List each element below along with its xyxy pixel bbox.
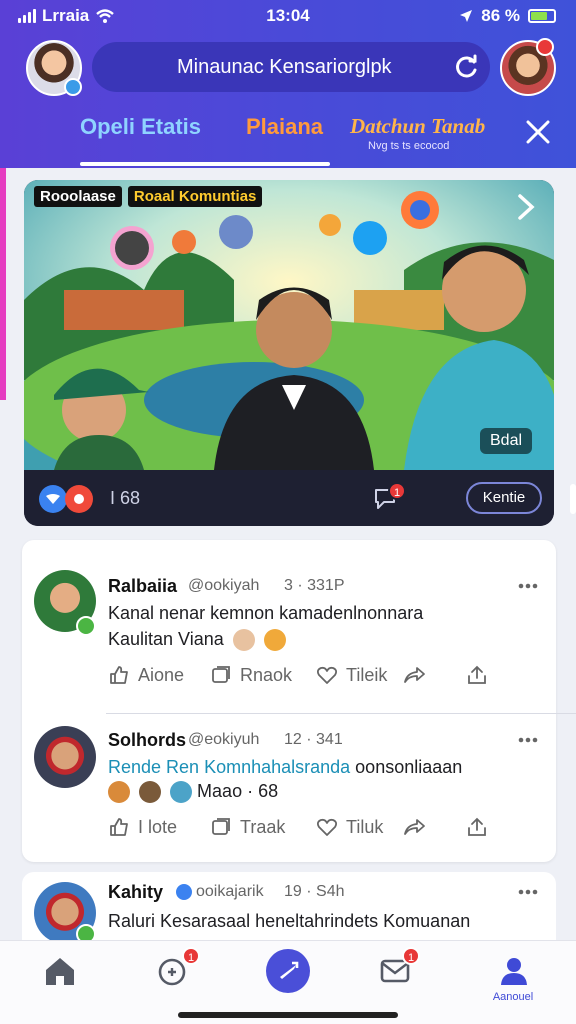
emoji-icon xyxy=(263,629,286,652)
home-indicator[interactable] xyxy=(178,1012,398,1018)
action-label: Rnaok xyxy=(240,664,293,685)
profile-tab-label: Aanouel xyxy=(492,991,534,1003)
tab-datchun-tanab[interactable]: Datchun Tanab xyxy=(350,114,485,139)
action-label: Aione xyxy=(138,664,185,685)
tab-sublabel: Nvg ts ts ecocod xyxy=(368,140,450,152)
heart-button[interactable]: Tiluk xyxy=(316,816,383,838)
profile-icon[interactable] xyxy=(494,951,534,991)
post-list-card: Ralbaiia @ookiyah 3 · 331P Kanal nenar k… xyxy=(22,540,576,862)
comment-badge: 1 xyxy=(388,482,406,500)
post-handle: @eokiyuh xyxy=(188,731,260,748)
notification-dot xyxy=(536,38,554,56)
post-text: Kaulitan Viana xyxy=(108,629,224,649)
post-text-line2: Maao · 68 xyxy=(108,778,278,804)
thumbs-up-icon xyxy=(110,818,128,836)
post-text: oonsonliaaan xyxy=(350,757,463,777)
post-author[interactable]: Kahity xyxy=(108,882,163,903)
emoji-icon xyxy=(108,781,130,804)
tab-plaiana[interactable]: Plaiana xyxy=(246,114,323,140)
more-options-icon[interactable] xyxy=(518,583,538,589)
verified-badge-icon xyxy=(64,78,82,96)
post-text: Kanal nenar kemnon kamadenlnonnara xyxy=(108,603,424,623)
like-button[interactable]: Aione xyxy=(108,664,184,686)
heart-icon xyxy=(316,818,338,836)
heart-icon xyxy=(316,666,338,684)
view-count: I 68 xyxy=(110,488,141,508)
action-label: Traak xyxy=(240,816,286,837)
post-text-line2: Kaulitan Viana xyxy=(108,626,286,652)
post-author[interactable]: Solhords xyxy=(108,730,186,751)
location-arrow-icon xyxy=(460,10,473,22)
thumbs-up-icon xyxy=(110,666,128,684)
send-icon xyxy=(280,961,299,979)
more-options-icon[interactable] xyxy=(518,737,538,743)
battery-icon xyxy=(528,9,556,23)
post-handle: @ookiyah xyxy=(188,577,260,594)
refresh-icon[interactable] xyxy=(452,52,482,82)
featured-image xyxy=(24,180,554,470)
repost-icon xyxy=(212,666,230,683)
post-time: 12 · 341 xyxy=(284,731,343,748)
active-tab-indicator xyxy=(80,162,330,166)
media-count-badge: Bdal xyxy=(480,428,533,454)
home-icon[interactable] xyxy=(40,951,80,991)
scroll-indicator[interactable] xyxy=(570,484,576,514)
status-right: 86 % xyxy=(459,6,556,26)
notification-badge: 1 xyxy=(182,947,200,965)
post-author[interactable]: Ralbaiia xyxy=(108,576,177,597)
chevron-right-icon[interactable] xyxy=(510,192,540,222)
action-label: Tiluk xyxy=(346,816,384,837)
like-button[interactable]: I lote xyxy=(108,816,177,838)
feature-tag: Roaal Komuntias xyxy=(127,186,263,207)
post-time: 19 · S4h xyxy=(284,883,345,900)
share-arrow-icon[interactable] xyxy=(402,816,426,838)
post-text: Maao · 68 xyxy=(197,781,279,801)
verified-check-icon xyxy=(174,882,194,902)
reaction-icons[interactable] xyxy=(38,484,96,514)
post-divider xyxy=(106,713,576,714)
battery-percent: 86 % xyxy=(481,6,520,25)
feature-tags: Rooolaase Roaal Komuntias xyxy=(34,186,263,207)
close-icon[interactable] xyxy=(524,118,552,146)
post-time: 3 · 331P xyxy=(284,577,345,594)
repost-button[interactable]: Traak xyxy=(210,816,285,838)
post-handle: ooikajarik xyxy=(196,883,264,900)
feature-tag: Rooolaase xyxy=(34,186,122,207)
more-options-icon[interactable] xyxy=(518,889,538,895)
upload-icon[interactable] xyxy=(466,816,488,838)
search-input[interactable]: Minaunac Kensariorglpk xyxy=(92,42,490,92)
status-bar: Lrraia 13:04 86 % xyxy=(0,0,576,32)
messages-badge: 1 xyxy=(402,947,420,965)
share-arrow-icon[interactable] xyxy=(402,664,426,686)
upload-icon[interactable] xyxy=(466,664,488,686)
tab-bar: Opeli Etatis Plaiana Datchun Tanab Nvg t… xyxy=(0,100,576,166)
featured-post-card[interactable]: Rooolaase Roaal Komuntias Bdal I 68 1 Ke… xyxy=(24,180,554,526)
repost-button[interactable]: Rnaok xyxy=(210,664,292,686)
feature-action-button[interactable]: Kentie xyxy=(466,482,542,514)
tab-opeli-etatis[interactable]: Opeli Etatis xyxy=(80,114,201,140)
action-label: Tileik xyxy=(346,664,388,685)
verified-badge-icon xyxy=(76,616,96,636)
post-text-line1: Rende Ren Komnhahalsranda oonsonliaaan xyxy=(108,754,462,780)
action-label: I lote xyxy=(138,816,178,837)
emoji-icon xyxy=(232,629,255,652)
repost-icon xyxy=(212,818,230,835)
heart-button[interactable]: Tileik xyxy=(316,664,387,686)
emoji-icon xyxy=(170,781,193,804)
compose-button[interactable] xyxy=(266,949,310,993)
post-text: Raluri Kesarasaal heneltahrindets Komuan… xyxy=(108,911,471,931)
emoji-icon xyxy=(139,781,162,804)
app-header: Lrraia 13:04 86 % Minaunac Kensariorglpk… xyxy=(0,0,576,168)
avatar[interactable] xyxy=(34,726,96,788)
post-link[interactable]: Rende Ren Komnhahalsranda xyxy=(108,757,350,777)
